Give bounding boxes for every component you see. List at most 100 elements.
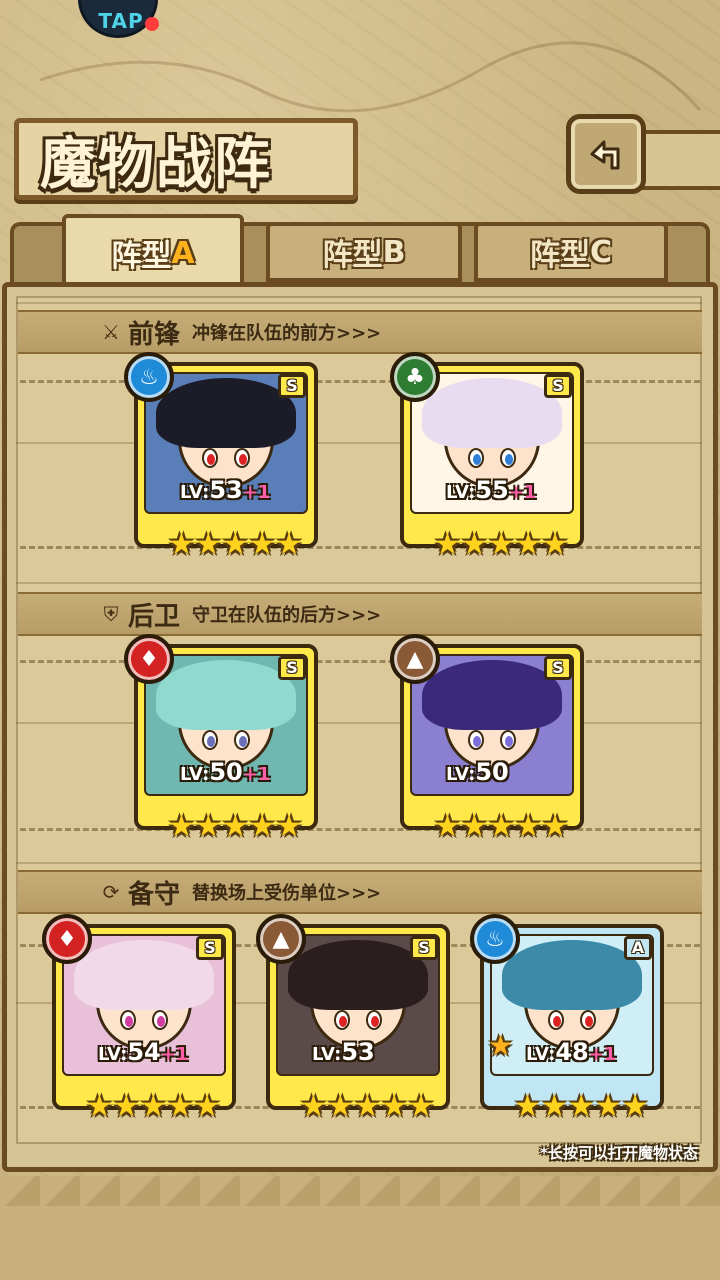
star-icon: ★ — [168, 527, 195, 562]
monster-card[interactable]: S ♣ LV:55+1 ★ ★ ★ ★ ★ — [390, 352, 584, 560]
rank-badge: S — [410, 936, 438, 960]
tab-formation-b[interactable]: 阵型 B — [266, 222, 462, 282]
tab-letter: A — [171, 235, 195, 271]
monster-card[interactable]: A ♨ ★ LV:48+1 ★ ★ ★ ★ ★ — [470, 914, 664, 1122]
star-rating: ★ ★ ★ ★ ★ — [168, 530, 303, 560]
monster-eye — [500, 730, 516, 750]
monster-eye — [548, 1010, 564, 1030]
tab-letter: B — [382, 234, 406, 270]
star-icon: ★ — [194, 809, 222, 844]
star-icon: ★ — [594, 1089, 622, 1124]
level-value: 54 — [127, 1038, 161, 1066]
level-label: LV:53+1 — [180, 476, 270, 504]
monster-hair — [502, 940, 642, 1010]
level-label: LV:50 — [446, 758, 509, 786]
star-icon: ★ — [380, 1089, 408, 1124]
rank-badge: A — [624, 936, 652, 960]
rank-badge: S — [278, 374, 306, 398]
level-value: 48 — [555, 1038, 589, 1066]
section-title: 前锋 — [128, 319, 181, 350]
notification-dot — [145, 17, 159, 31]
monster-hair — [422, 378, 562, 448]
tab-label: 阵型 — [322, 238, 383, 273]
star-icon: ★ — [86, 1089, 113, 1124]
level-plus: +1 — [160, 1044, 189, 1065]
tab-label: 阵型 — [529, 238, 590, 273]
long-press-hint: *长按可以打开魔物状态 — [540, 1144, 698, 1162]
swap-icon: ⟳ — [102, 880, 120, 904]
monster-eye — [334, 1010, 350, 1030]
level-plus: +1 — [588, 1044, 617, 1065]
level-label: LV:55+1 — [446, 476, 536, 504]
star-icon: ★ — [275, 527, 303, 562]
rank-badge: S — [544, 656, 572, 680]
level-prefix: LV: — [312, 1044, 342, 1065]
level-label: LV:53 — [312, 1038, 375, 1066]
level-prefix: LV: — [446, 482, 476, 503]
star-icon: ★ — [221, 809, 249, 844]
star-icon: ★ — [326, 1089, 354, 1124]
level-value: 53 — [341, 1038, 375, 1066]
rank-badge: S — [196, 936, 224, 960]
bottom-border — [0, 1176, 720, 1280]
sword-icon: ⚔ — [102, 320, 120, 344]
shield-icon: ⛨ — [103, 602, 119, 626]
star-rating: ★ ★ ★ ★ ★ — [514, 1092, 649, 1122]
rank-badge: S — [278, 656, 306, 680]
star-icon: ★ — [540, 1089, 568, 1124]
tab-formation-a[interactable]: 阵型 A — [62, 214, 244, 292]
monster-card[interactable]: S ▲ LV:50 ★ ★ ★ ★ ★ — [390, 634, 584, 842]
level-prefix: LV: — [446, 764, 476, 785]
fire-element-icon: ♦ — [124, 634, 174, 684]
level-value: 55 — [475, 476, 509, 504]
star-icon: ★ — [567, 1089, 595, 1124]
section-title: 后卫 — [128, 601, 181, 632]
level-prefix: LV: — [180, 482, 210, 503]
star-icon: ★ — [434, 809, 461, 844]
monster-card[interactable]: S ♦ LV:54+1 ★ ★ ★ ★ ★ — [42, 914, 236, 1122]
star-icon: ★ — [221, 527, 249, 562]
monster-card[interactable]: S ♨ LV:53+1 ★ ★ ★ ★ ★ — [124, 352, 318, 560]
level-value: 50 — [475, 758, 509, 786]
monster-eye — [468, 730, 484, 750]
star-rating: ★ ★ ★ ★ ★ — [86, 1092, 221, 1122]
monster-hair — [422, 660, 562, 730]
monster-eye — [500, 448, 516, 468]
star-icon: ★ — [112, 1089, 140, 1124]
level-value: 53 — [209, 476, 243, 504]
star-icon: ★ — [487, 527, 515, 562]
star-icon: ★ — [460, 809, 488, 844]
level-value: 50 — [209, 758, 243, 786]
star-icon: ★ — [166, 1089, 194, 1124]
star-icon: ★ — [139, 1089, 167, 1124]
level-label: LV:48+1 — [526, 1038, 616, 1066]
star-icon: ★ — [275, 809, 303, 844]
star-rating: ★ ★ ★ ★ ★ — [434, 530, 569, 560]
monster-card[interactable]: S ▲ LV:53 ★ ★ ★ ★ ★ — [256, 914, 450, 1122]
monster-eye — [152, 1010, 168, 1030]
monster-card[interactable]: S ♦ LV:50+1 ★ ★ ★ ★ ★ — [124, 634, 318, 842]
monster-hair — [74, 940, 214, 1010]
star-icon: ★ — [541, 809, 569, 844]
level-plus: +1 — [508, 482, 537, 503]
star-icon: ★ — [300, 1089, 327, 1124]
section-bar-vanguard: ⚔ 前锋 冲锋在队伍的前方>>> — [18, 310, 702, 354]
monster-hair — [156, 660, 296, 730]
monster-eye — [468, 448, 484, 468]
divider — [20, 828, 700, 831]
monster-eye — [366, 1010, 382, 1030]
back-button[interactable] — [566, 114, 646, 194]
section-bar-rearguard: ⛨ 后卫 守卫在队伍的后方>>> — [18, 592, 702, 636]
monster-eye — [234, 448, 250, 468]
section-title: 备守 — [128, 879, 181, 910]
section-bar-reserve: ⟳ 备守 替换场上受伤单位>>> — [18, 870, 702, 914]
tab-formation-c[interactable]: 阵型 C — [474, 222, 668, 282]
star-icon: ★ — [168, 809, 195, 844]
star-icon: ★ — [248, 527, 276, 562]
level-prefix: LV: — [180, 764, 210, 785]
star-rating: ★ ★ ★ ★ ★ — [434, 812, 569, 842]
monster-eye — [202, 730, 218, 750]
monster-hair — [156, 378, 296, 448]
star-icon: ★ — [514, 527, 542, 562]
star-icon: ★ — [514, 1089, 541, 1124]
